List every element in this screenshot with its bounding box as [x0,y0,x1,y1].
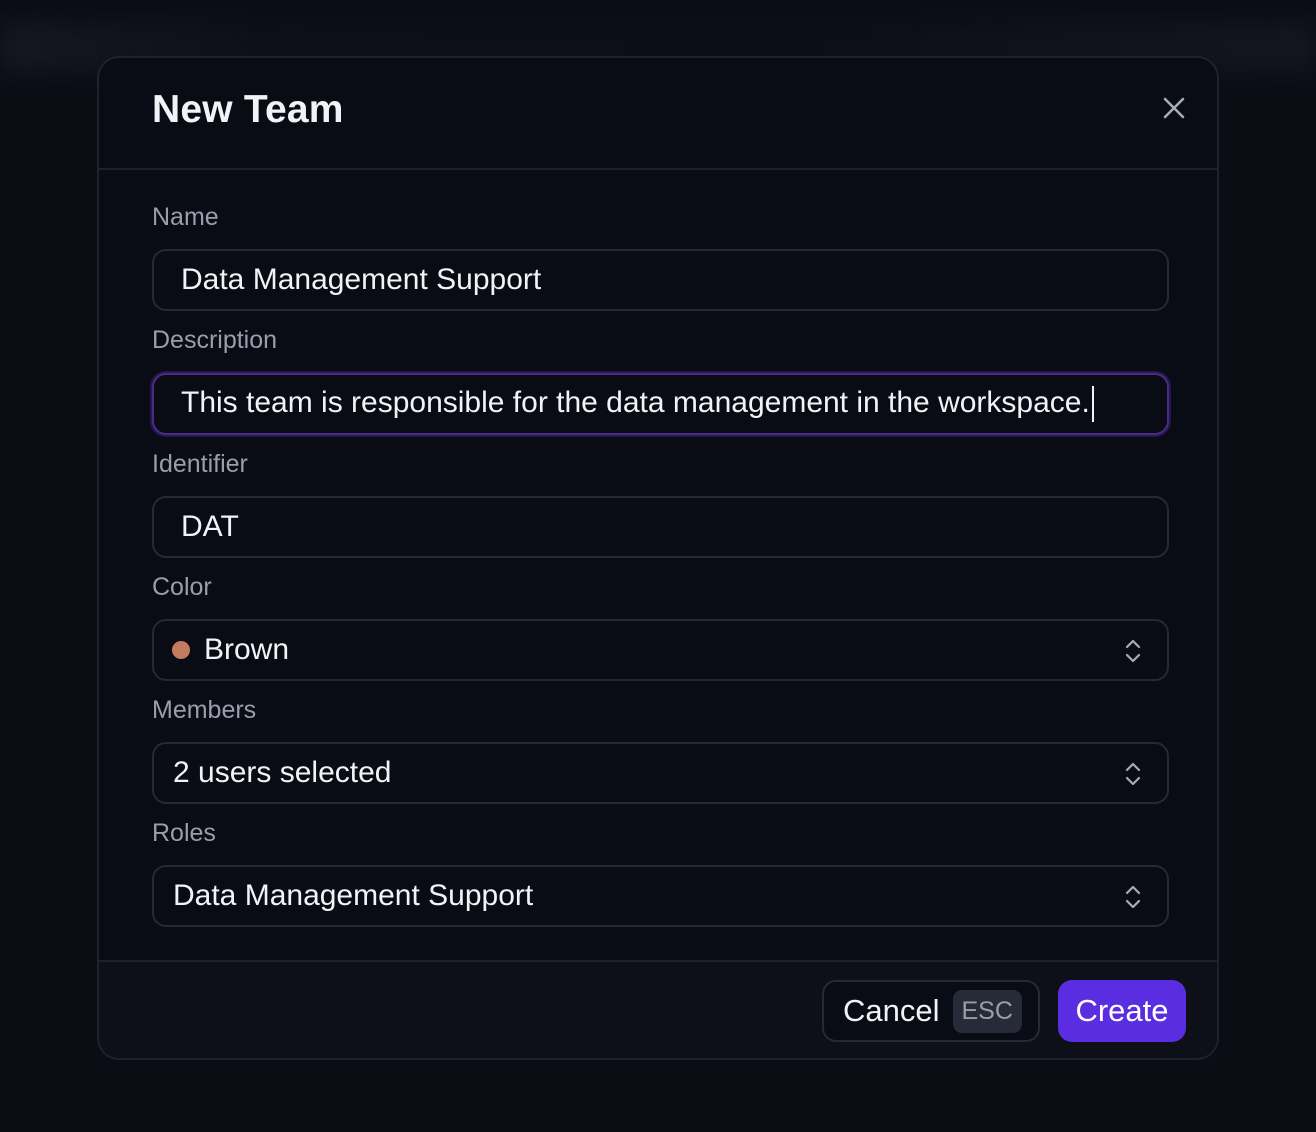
dialog-footer: Cancel ESC Create [99,960,1217,1058]
roles-select[interactable]: Data Management Support [152,865,1169,927]
roles-select-value: Data Management Support [173,879,534,912]
chevron-up-down-icon [1121,883,1145,911]
esc-shortcut-badge: ESC [952,989,1022,1033]
text-caret [1091,386,1094,423]
identifier-input-value: DAT [181,510,239,543]
roles-label: Roles [152,819,216,847]
close-button[interactable] [1157,91,1191,125]
close-icon [1163,97,1185,119]
members-select-value: 2 users selected [173,756,392,789]
color-select-value: Brown [204,633,290,666]
page-backdrop: New Team Name Data Management Support De… [0,0,1316,1132]
description-input[interactable]: This team is responsible for the data ma… [152,373,1169,435]
cancel-button[interactable]: Cancel ESC [822,980,1040,1042]
description-input-value: This team is responsible for the data ma… [154,386,1094,423]
create-button[interactable]: Create [1058,980,1186,1042]
color-select[interactable]: Brown [152,619,1169,681]
name-input-value: Data Management Support [181,263,542,296]
color-label: Color [152,573,212,601]
color-swatch [172,641,190,659]
identifier-label: Identifier [152,450,248,478]
dialog-header: New Team [99,58,1217,170]
name-input[interactable]: Data Management Support [152,249,1169,311]
dialog-title: New Team [152,88,344,131]
cancel-button-label: Cancel [843,993,940,1028]
new-team-dialog: New Team Name Data Management Support De… [97,56,1219,1060]
description-label: Description [152,326,278,354]
name-label: Name [152,203,219,231]
members-select[interactable]: 2 users selected [152,742,1169,804]
chevron-up-down-icon [1121,637,1145,665]
identifier-input[interactable]: DAT [152,496,1169,558]
chevron-up-down-icon [1121,760,1145,788]
members-label: Members [152,696,257,724]
